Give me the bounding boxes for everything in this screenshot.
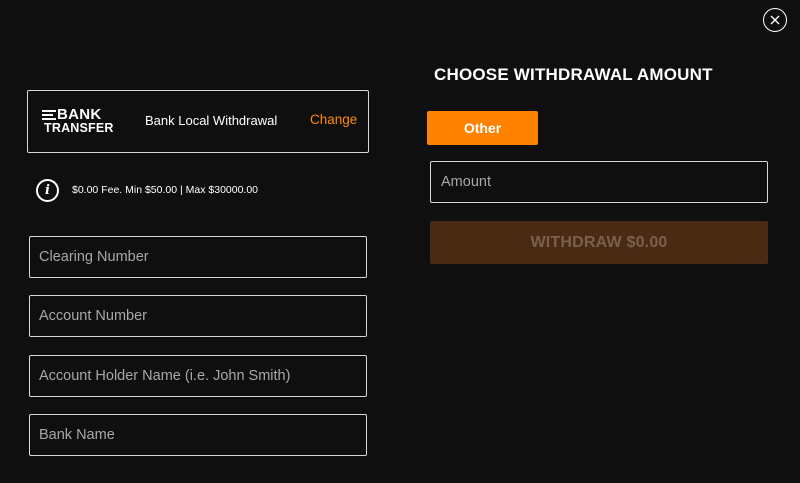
withdraw-button[interactable]: WITHDRAW $0.00 [430,221,768,264]
fee-text: $0.00 Fee. Min $50.00 | Max $30000.00 [72,184,259,196]
close-icon [770,15,780,25]
close-button[interactable] [763,8,787,32]
logo-text-bank: BANK [57,106,102,123]
bank-transfer-logo: BANK TRANSFER [42,106,114,136]
bank-name-input[interactable] [29,414,367,456]
other-amount-button[interactable]: Other [427,111,538,145]
clearing-number-input[interactable] [29,236,367,278]
amount-input[interactable] [430,161,768,203]
fee-info: i $0.00 Fee. Min $50.00 | Max $30000.00 [36,178,258,202]
amount-section-title: CHOOSE WITHDRAWAL AMOUNT [434,65,713,84]
account-holder-name-input[interactable] [29,355,367,397]
payment-method-name: Bank Local Withdrawal [145,113,278,128]
payment-method-card: BANK TRANSFER Bank Local Withdrawal Chan… [27,90,369,153]
logo-text-transfer: TRANSFER [44,121,114,135]
withdrawal-dialog: BANK TRANSFER Bank Local Withdrawal Chan… [0,0,800,483]
change-method-link[interactable]: Change [310,112,357,127]
account-number-input[interactable] [29,295,367,337]
info-icon: i [36,178,59,202]
